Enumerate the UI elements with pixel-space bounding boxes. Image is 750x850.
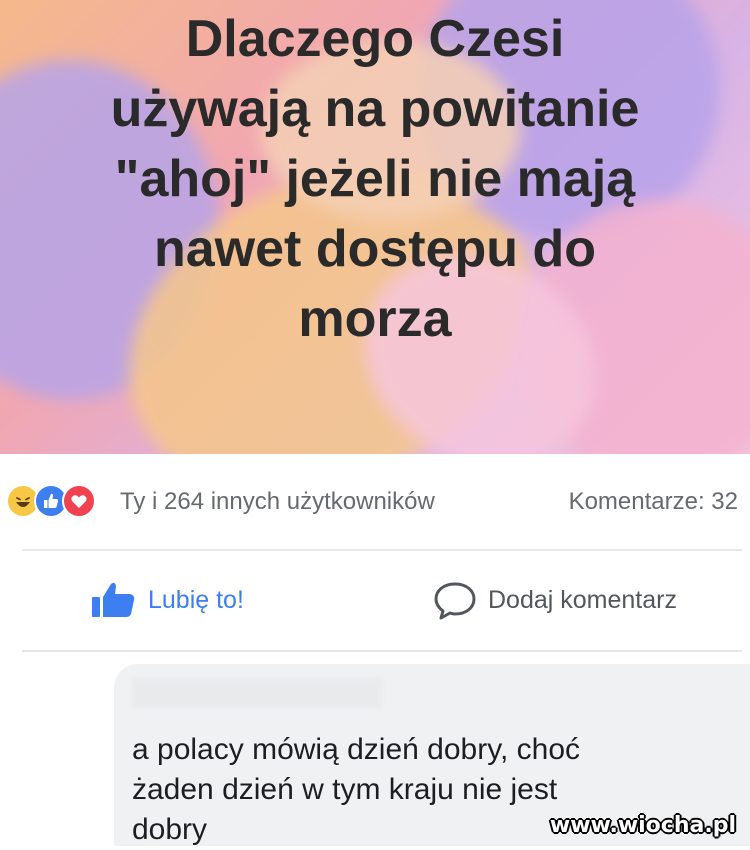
add-comment-button[interactable]: Dodaj komentarz bbox=[432, 580, 677, 620]
post-text: Dlaczego Czesi używają na powitanie "aho… bbox=[0, 4, 750, 354]
post-text-line: nawet dostępu do bbox=[154, 220, 596, 278]
redacted-author-name bbox=[132, 678, 382, 708]
love-icon bbox=[62, 484, 96, 518]
thumbs-up-icon bbox=[92, 582, 135, 617]
post-text-line: używają na powitanie bbox=[110, 80, 640, 138]
post-text-line: "ahoj" jeżeli nie mają bbox=[114, 150, 636, 208]
comment-line: a polacy mówią dzień dobry, choć bbox=[132, 733, 581, 766]
comment-line: żaden dzień w tym kraju nie jest bbox=[132, 773, 558, 806]
like-button-label: Lubię to! bbox=[148, 585, 244, 614]
post-text-line: morza bbox=[298, 290, 452, 348]
action-bar: Lubię to! Dodaj komentarz bbox=[0, 552, 750, 648]
post-background: Dlaczego Czesi używają na powitanie "aho… bbox=[0, 0, 750, 454]
reaction-icons[interactable] bbox=[6, 484, 106, 520]
reactions-bar: Ty i 264 innych użytkowników Komentarze:… bbox=[0, 454, 750, 550]
add-comment-label: Dodaj komentarz bbox=[488, 585, 677, 614]
divider bbox=[22, 650, 742, 652]
watermark: www.wiocha.pl bbox=[549, 813, 736, 838]
comments-count-link[interactable]: Komentarze: 32 bbox=[569, 488, 738, 516]
like-button[interactable]: Lubię to! bbox=[90, 580, 244, 620]
post-text-line: Dlaczego Czesi bbox=[185, 10, 565, 68]
divider bbox=[22, 549, 742, 551]
reactions-summary[interactable]: Ty i 264 innych użytkowników bbox=[120, 488, 435, 516]
comment-icon bbox=[434, 582, 476, 620]
